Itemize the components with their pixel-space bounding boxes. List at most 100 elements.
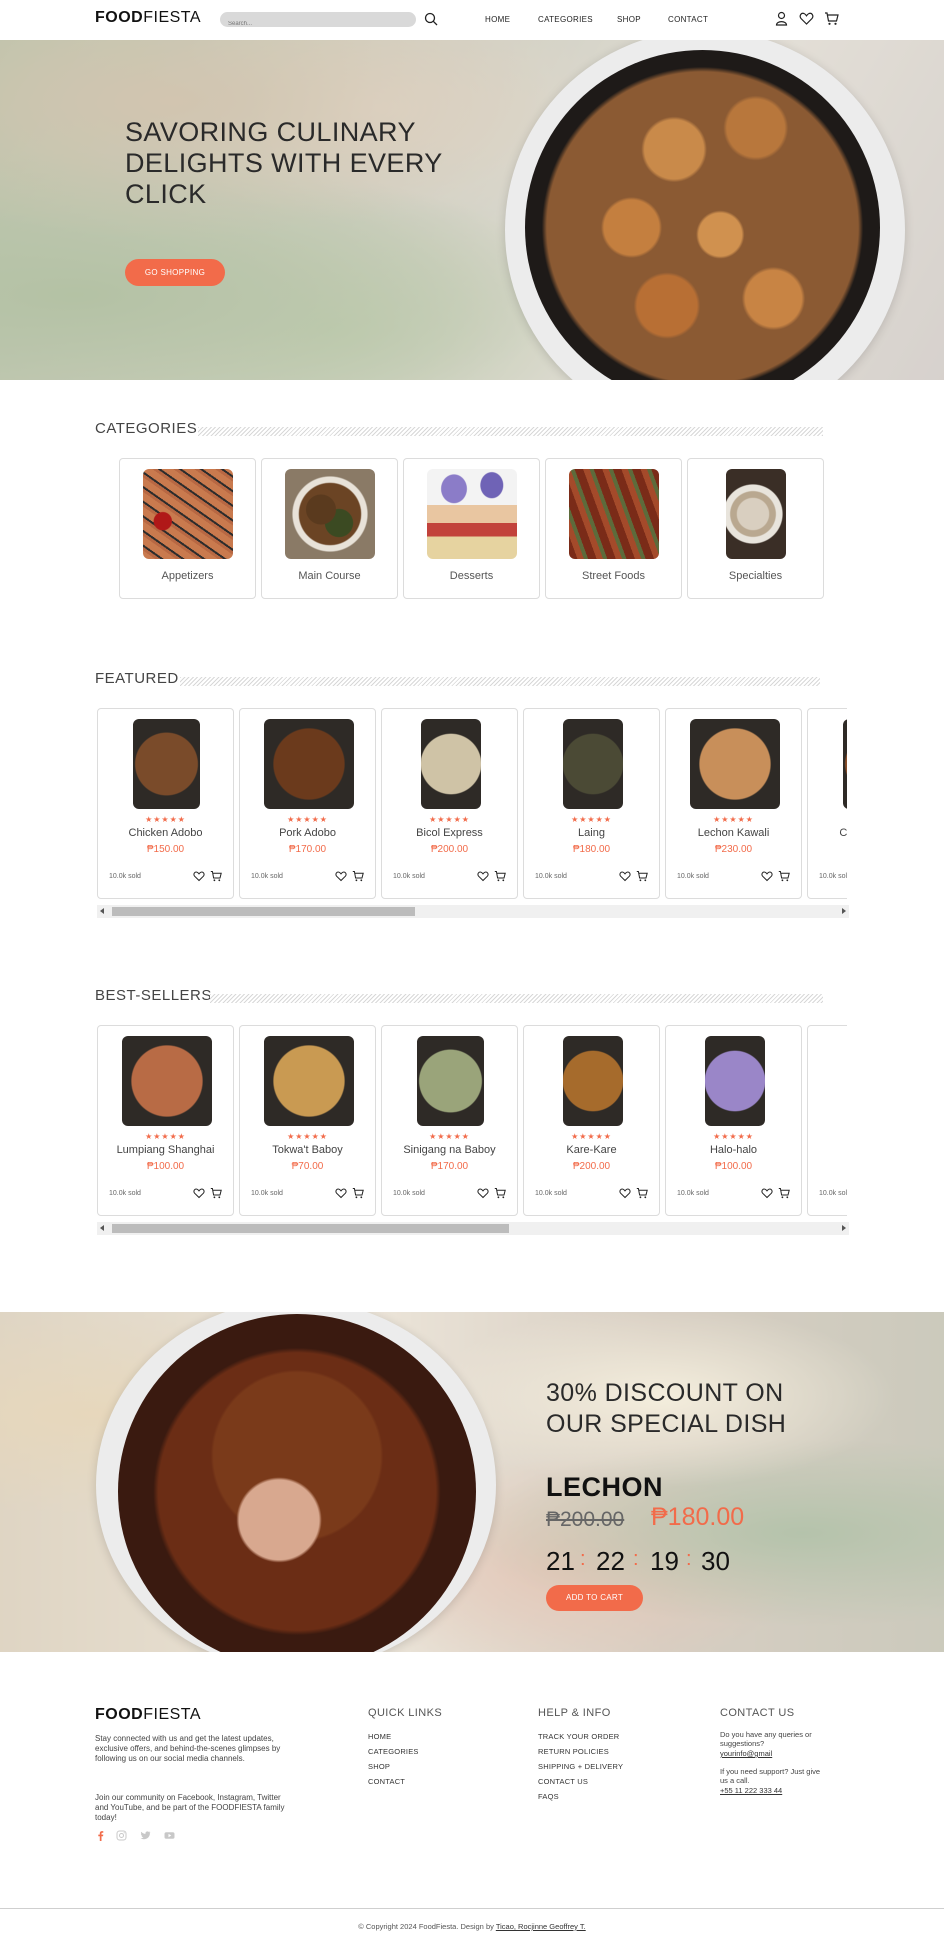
rating-stars: ★★★★★ [808, 815, 847, 824]
category-card-main-course[interactable]: Main Course [261, 458, 398, 599]
scroll-thumb[interactable] [112, 907, 415, 916]
cart-icon[interactable] [778, 870, 790, 882]
footer-link-categories[interactable]: CATEGORIES [368, 1747, 419, 1756]
footer-link-track-order[interactable]: TRACK YOUR ORDER [538, 1732, 619, 1741]
cart-icon[interactable] [824, 11, 839, 26]
product-card[interactable]: ★★★★★ Chicken Adobo ₱150.00 10.0k sold [97, 708, 234, 899]
footer-logo-bold: FOOD [95, 1706, 144, 1723]
product-card[interactable]: ★★★★★ Chicken Inasal ₱150.00 10.0k sold [807, 708, 847, 899]
heart-icon[interactable] [477, 870, 489, 882]
sold-count: 10.0k sold [393, 1190, 425, 1197]
search-input[interactable] [220, 16, 416, 32]
footer-link-faqs[interactable]: FAQS [538, 1792, 559, 1801]
heart-icon[interactable] [193, 870, 205, 882]
facebook-icon[interactable] [95, 1830, 106, 1841]
cart-icon[interactable] [210, 1187, 222, 1199]
cart-icon[interactable] [636, 870, 648, 882]
category-card-desserts[interactable]: Desserts [403, 458, 540, 599]
instagram-icon[interactable] [116, 1830, 127, 1841]
product-card[interactable]: ★★★★★ Kare-Kare ₱200.00 10.0k sold [523, 1025, 660, 1216]
scroll-right-arrow[interactable] [842, 1225, 846, 1231]
category-label: Desserts [449, 570, 494, 582]
footer-link-shop[interactable]: SHOP [368, 1762, 390, 1771]
promo-dish-image [118, 1314, 476, 1652]
designer-credit-link[interactable]: Ticao, Rocjinne Geoffrey T. [496, 1922, 586, 1931]
countdown-separator: : [580, 1548, 586, 1570]
cart-icon[interactable] [494, 1187, 506, 1199]
heart-icon[interactable] [761, 1187, 773, 1199]
product-card[interactable]: ★★★★★ Pork Adobo ₱170.00 10.0k sold [239, 708, 376, 899]
heart-icon[interactable] [335, 1187, 347, 1199]
go-shopping-button[interactable]: GO SHOPPING [125, 259, 225, 286]
footer-link-home[interactable]: HOME [368, 1732, 391, 1741]
user-icon[interactable] [774, 11, 789, 26]
cart-icon[interactable] [494, 870, 506, 882]
scroll-left-arrow[interactable] [100, 908, 104, 914]
product-price: ₱170.00 [430, 1161, 469, 1172]
product-price: ₱90.00 [808, 1161, 847, 1172]
heart-icon[interactable] [335, 870, 347, 882]
twitter-icon[interactable] [140, 1830, 151, 1841]
product-card[interactable]: ★★★★★ Lumpiang Shanghai ₱100.00 10.0k sold [97, 1025, 234, 1216]
category-image [427, 469, 517, 559]
contact-phone-link[interactable]: +55 11 222 333 44 [720, 1786, 830, 1795]
countdown-days: 21 [546, 1546, 575, 1576]
heart-icon[interactable] [193, 1187, 205, 1199]
rating-stars: ★★★★★ [145, 1132, 186, 1141]
nav-home[interactable]: HOME [485, 15, 510, 24]
footer-link-contact[interactable]: CONTACT [368, 1777, 405, 1786]
product-card[interactable]: ★★★★★ Halo-halo ₱100.00 10.0k sold [665, 1025, 802, 1216]
add-to-cart-button[interactable]: ADD TO CART [546, 1585, 643, 1611]
footer-logo[interactable]: FOODFIESTA [95, 1706, 201, 1724]
product-image [704, 1036, 765, 1126]
product-card[interactable]: ★★★★★ Lechon Kawali ₱230.00 10.0k sold [665, 708, 802, 899]
rating-stars: ★★★★★ [713, 815, 754, 824]
heart-icon[interactable] [619, 870, 631, 882]
category-card-appetizers[interactable]: Appetizers [119, 458, 256, 599]
product-card[interactable]: ★★★★★ Sinigang na Baboy ₱170.00 10.0k sold [381, 1025, 518, 1216]
heart-icon[interactable] [477, 1187, 489, 1199]
heart-icon[interactable] [619, 1187, 631, 1199]
rating-stars: ★★★★★ [287, 1132, 328, 1141]
product-card[interactable]: ★★★★★ Bicol Express ₱200.00 10.0k sold [381, 708, 518, 899]
product-card[interactable]: ★★★★★ Laing ₱180.00 10.0k sold [523, 708, 660, 899]
footer-link-contact-us[interactable]: CONTACT US [538, 1777, 588, 1786]
product-name: Sinigang na Baboy [403, 1144, 496, 1156]
wishlist-heart-icon[interactable] [799, 11, 814, 26]
scroll-thumb[interactable] [112, 1224, 509, 1233]
product-price: ₱180.00 [572, 844, 611, 855]
scroll-right-arrow[interactable] [842, 908, 846, 914]
youtube-icon[interactable] [164, 1830, 175, 1841]
product-name: Pork Adobo [279, 827, 336, 839]
nav-contact[interactable]: CONTACT [668, 15, 708, 24]
quick-links-title: QUICK LINKS [368, 1707, 443, 1719]
sold-count: 10.0k sold [251, 873, 283, 880]
nav-categories[interactable]: CATEGORIES [538, 15, 593, 24]
rating-stars: ★★★★★ [713, 1132, 754, 1141]
product-image [417, 1036, 484, 1126]
scroll-left-arrow[interactable] [100, 1225, 104, 1231]
search-icon[interactable] [424, 12, 438, 26]
product-card[interactable]: ★★★★★ Leche Flan ₱90.00 10.0k sold [807, 1025, 847, 1216]
category-card-specialties[interactable]: Specialties [687, 458, 824, 599]
product-price: ₱70.00 [291, 1161, 324, 1172]
category-card-street-foods[interactable]: Street Foods [545, 458, 682, 599]
product-price: ₱100.00 [146, 1161, 185, 1172]
cart-icon[interactable] [636, 1187, 648, 1199]
featured-scrollbar[interactable] [97, 905, 849, 918]
footer-link-return-policies[interactable]: RETURN POLICIES [538, 1747, 609, 1756]
contact-email-link[interactable]: yourinfo@gmail [720, 1749, 830, 1758]
heart-icon[interactable] [761, 870, 773, 882]
footer-link-shipping[interactable]: SHIPPING + DELIVERY [538, 1762, 623, 1771]
nav-shop[interactable]: SHOP [617, 15, 641, 24]
cart-icon[interactable] [352, 870, 364, 882]
product-card[interactable]: ★★★★★ Tokwa't Baboy ₱70.00 10.0k sold [239, 1025, 376, 1216]
cart-icon[interactable] [778, 1187, 790, 1199]
cart-icon[interactable] [352, 1187, 364, 1199]
rating-stars: ★★★★★ [571, 815, 612, 824]
cart-icon[interactable] [210, 870, 222, 882]
product-name: Lechon Kawali [697, 827, 770, 839]
product-name: Laing [578, 827, 605, 839]
bestsellers-scrollbar[interactable] [97, 1222, 849, 1235]
logo[interactable]: FOODFIESTA [95, 9, 201, 27]
